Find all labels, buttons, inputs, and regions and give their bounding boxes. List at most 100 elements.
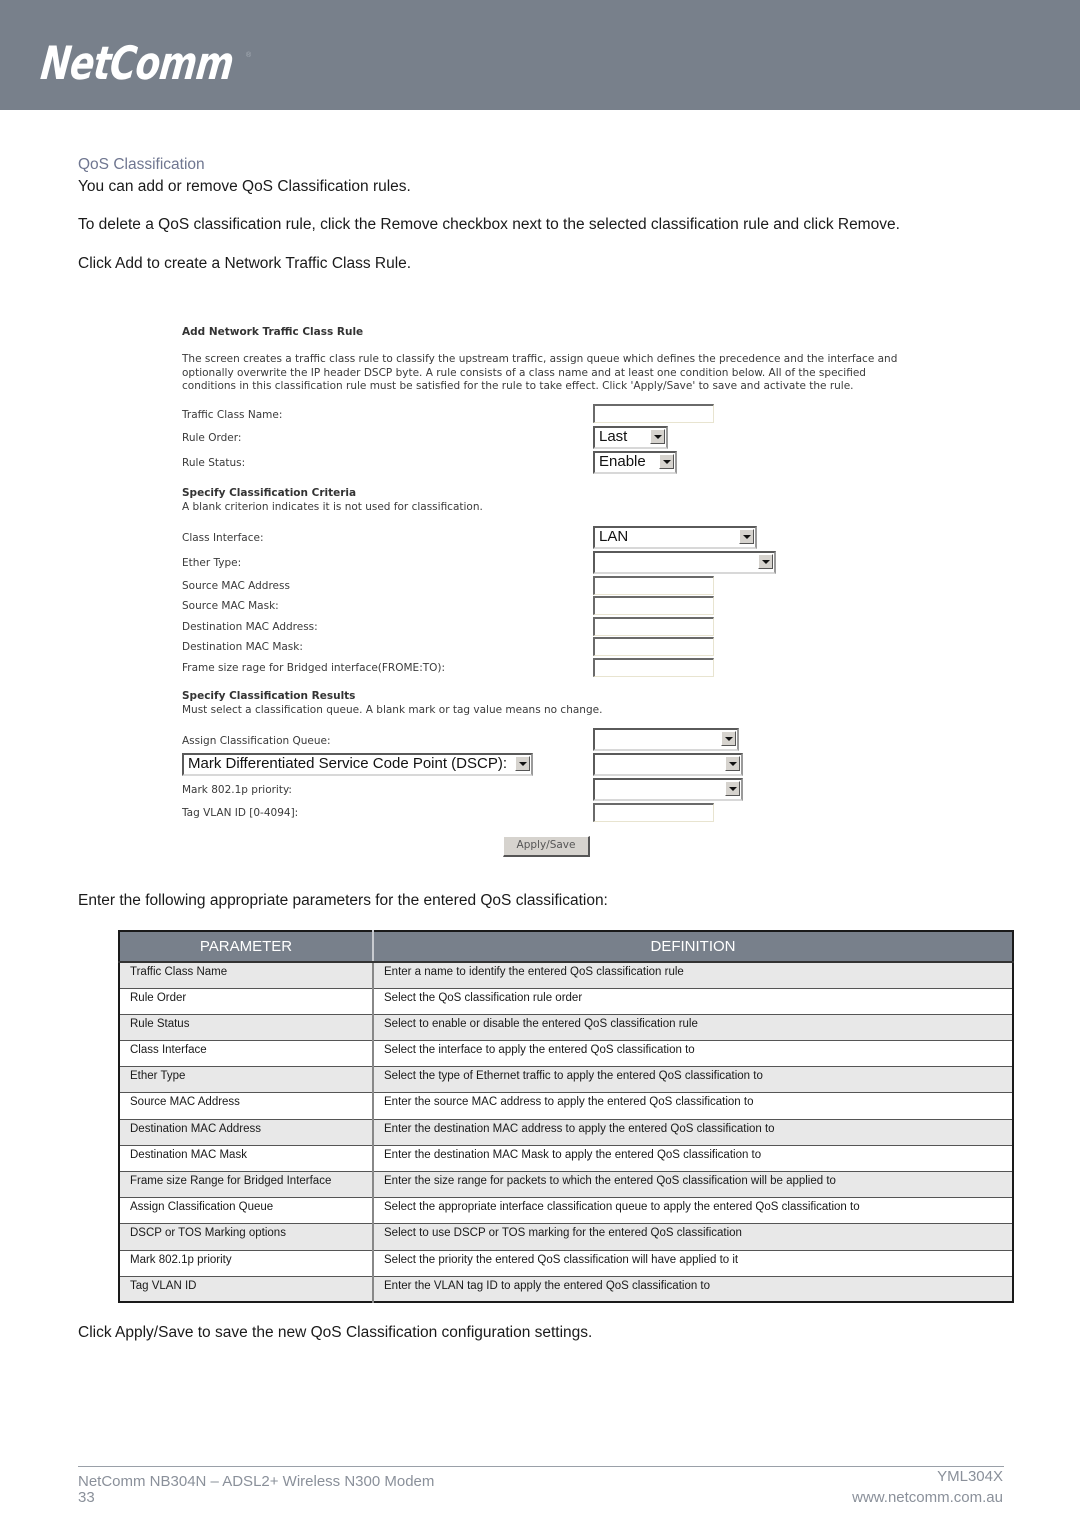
definition-cell: Select the appropriate interface classif… — [373, 1197, 1013, 1224]
vlan-label: Tag VLAN ID [0-4094]: — [182, 807, 299, 819]
class-interface-label: Class Interface: — [182, 532, 264, 544]
chevron-down-icon[interactable] — [739, 529, 754, 544]
parameter-cell: Tag VLAN ID — [119, 1275, 374, 1303]
ether-type-label: Ether Type: — [182, 557, 242, 569]
parameter-cell: Source MAC Address — [119, 1092, 374, 1120]
chevron-down-icon[interactable] — [725, 756, 740, 771]
parameter-cell: Destination MAC Address — [119, 1118, 374, 1146]
table-row: Assign Classification Queue Select the ap… — [119, 1197, 1013, 1224]
table-row: Mark 802.1p priority Select the priority … — [119, 1249, 1013, 1277]
table-row: Destination MAC Mask Enter the destinatio… — [119, 1144, 1013, 1172]
vlan-input[interactable] — [593, 803, 714, 822]
parameter-table: PARAMETER DEFINITION Traffic Class Name E… — [118, 930, 1014, 1304]
parameter-cell: Frame size Range for Bridged Interface — [119, 1170, 374, 1198]
dscp-tos-select[interactable]: Mark Differentiated Service Code Point (… — [182, 753, 533, 776]
class-interface-select[interactable]: LAN — [593, 526, 757, 549]
parameter-cell: Mark 802.1p priority — [119, 1249, 374, 1277]
registered-mark: ® — [246, 52, 252, 59]
dest-mac-input[interactable] — [593, 617, 714, 636]
priority-select[interactable] — [593, 778, 743, 801]
header-parameter: PARAMETER — [119, 931, 374, 963]
rule-status-select[interactable]: Enable — [593, 451, 677, 474]
table-row: Rule Order Select the QoS classification … — [119, 987, 1013, 1015]
ui-title: Add Network Traffic Class Rule — [182, 326, 364, 338]
add-instructions: Click Add to create a Network Traffic Cl… — [78, 255, 412, 272]
definition-cell: Select the type of Ethernet traffic to a… — [373, 1066, 1013, 1093]
table-row: Ether Type Select the type of Ethernet tr… — [119, 1066, 1013, 1093]
parameter-cell: Destination MAC Mask — [119, 1144, 374, 1172]
dscp-tos-value: Mark Differentiated Service Code Point (… — [188, 755, 508, 772]
rule-order-label: Rule Order: — [182, 432, 242, 444]
dest-mask-input[interactable] — [593, 637, 714, 656]
rule-status-value: Enable — [599, 453, 646, 470]
chevron-down-icon[interactable] — [725, 781, 740, 796]
parameter-cell: Rule Status — [119, 1013, 374, 1041]
source-mac-label: Source MAC Address — [182, 580, 290, 592]
definition-cell: Select the priority the entered QoS clas… — [373, 1249, 1013, 1277]
ether-type-select[interactable] — [593, 551, 776, 574]
apply-save-button[interactable]: Apply/Save — [503, 836, 590, 857]
table-row: Destination MAC Address Enter the destina… — [119, 1118, 1013, 1146]
table-row: Class Interface Select the interface to a… — [119, 1040, 1013, 1067]
results-title: Specify Classification Results — [182, 690, 356, 702]
table-row: Rule Status Select to enable or disable t… — [119, 1013, 1013, 1041]
priority-label: Mark 802.1p priority: — [182, 784, 292, 796]
source-mask-input[interactable] — [593, 596, 714, 615]
table-header-row: PARAMETER DEFINITION — [119, 931, 1013, 963]
chevron-down-icon[interactable] — [515, 756, 530, 771]
definition-cell: Enter the size range for packets to whic… — [373, 1170, 1013, 1198]
definition-cell: Enter the VLAN tag ID to apply the enter… — [373, 1275, 1013, 1303]
definition-cell: Select to enable or disable the entered … — [373, 1013, 1013, 1041]
parameter-cell: Assign Classification Queue — [119, 1197, 374, 1224]
chevron-down-icon[interactable] — [659, 454, 674, 469]
traffic-class-name-input[interactable] — [593, 404, 714, 423]
definition-cell: Enter the source MAC address to apply th… — [373, 1092, 1013, 1120]
definition-cell: Enter the destination MAC address to app… — [373, 1118, 1013, 1146]
parameter-cell: Traffic Class Name — [119, 961, 374, 989]
source-mask-label: Source MAC Mask: — [182, 600, 279, 612]
header-definition: DEFINITION — [373, 931, 1013, 963]
table-row: Frame size Range for Bridged Interface En… — [119, 1170, 1013, 1198]
parameter-cell: Rule Order — [119, 987, 374, 1015]
rule-order-select[interactable]: Last — [593, 426, 668, 449]
rule-status-label: Rule Status: — [182, 457, 246, 469]
frame-size-input[interactable] — [593, 658, 714, 677]
criteria-title: Specify Classification Criteria — [182, 487, 357, 499]
definition-cell: Select to use DSCP or TOS marking for th… — [373, 1223, 1013, 1251]
section-title: QoS Classification — [78, 156, 205, 173]
definition-cell: Enter a name to identify the entered QoS… — [373, 961, 1013, 989]
footer-website: www.netcomm.com.au — [852, 1489, 1003, 1506]
source-mac-input[interactable] — [593, 576, 714, 595]
class-interface-value: LAN — [599, 528, 629, 545]
chevron-down-icon[interactable] — [758, 554, 773, 569]
intro-paragraph: You can add or remove QoS Classification… — [78, 178, 411, 195]
frame-size-label: Frame size rage for Bridged interface(FR… — [182, 662, 446, 674]
router-ui-screenshot: Add Network Traffic Class Rule The scree… — [182, 322, 922, 862]
parameter-cell: Ether Type — [119, 1066, 374, 1093]
results-note: Must select a classification queue. A bl… — [182, 704, 603, 716]
netcomm-logo: NetComm — [38, 36, 237, 90]
footer-divider — [78, 1466, 1004, 1467]
header-bar: NetComm ® — [0, 0, 1080, 110]
chevron-down-icon[interactable] — [721, 731, 736, 746]
table-row: Source MAC Address Enter the source MAC a… — [119, 1092, 1013, 1120]
traffic-class-name-label: Traffic Class Name: — [182, 409, 283, 421]
footer-page-number: 33 — [78, 1489, 95, 1506]
parameter-cell: Class Interface — [119, 1040, 374, 1067]
closing-paragraph: Click Apply/Save to save the new QoS Cla… — [78, 1324, 593, 1341]
table-row: Tag VLAN ID Enter the VLAN tag ID to appl… — [119, 1275, 1013, 1303]
dest-mask-label: Destination MAC Mask: — [182, 641, 303, 653]
rule-order-value: Last — [599, 428, 628, 445]
ui-description: The screen creates a traffic class rule … — [182, 353, 898, 392]
queue-select[interactable] — [593, 728, 739, 751]
dest-mac-label: Destination MAC Address: — [182, 621, 318, 633]
table-row: DSCP or TOS Marking options Select to use… — [119, 1223, 1013, 1251]
footer-doc-code: YML304X — [937, 1468, 1003, 1485]
definition-cell: Select the QoS classification rule order — [373, 987, 1013, 1015]
definition-cell: Enter the destination MAC Mask to apply … — [373, 1144, 1013, 1172]
table-intro: Enter the following appropriate paramete… — [78, 892, 608, 909]
table-row: Traffic Class Name Enter a name to identi… — [119, 961, 1013, 989]
dscp-value-select[interactable] — [593, 753, 743, 776]
footer-product: NetComm NB304N – ADSL2+ Wireless N300 Mo… — [78, 1473, 435, 1490]
chevron-down-icon[interactable] — [650, 429, 665, 444]
